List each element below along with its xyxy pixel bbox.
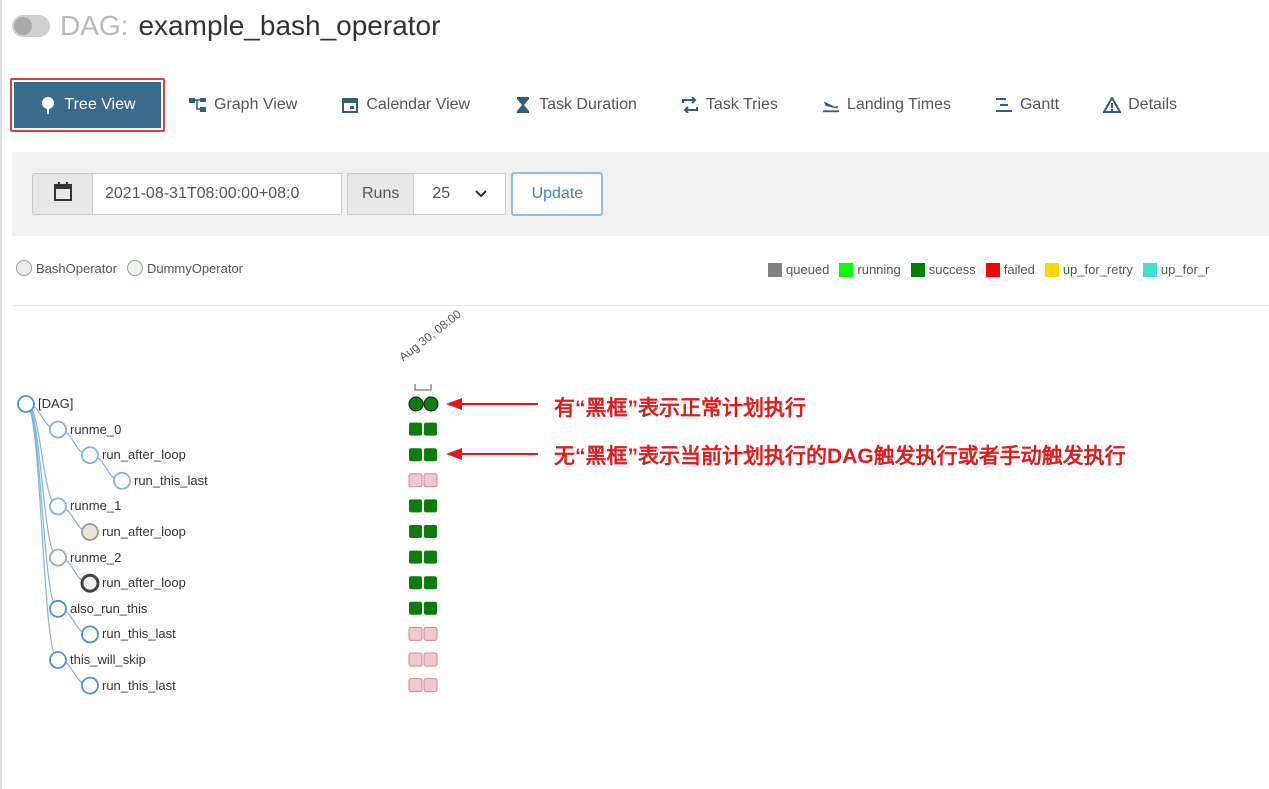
annotation-arrows	[446, 398, 538, 460]
annotation-arrow-1	[446, 398, 538, 410]
annotation-arrow-2	[446, 448, 538, 460]
